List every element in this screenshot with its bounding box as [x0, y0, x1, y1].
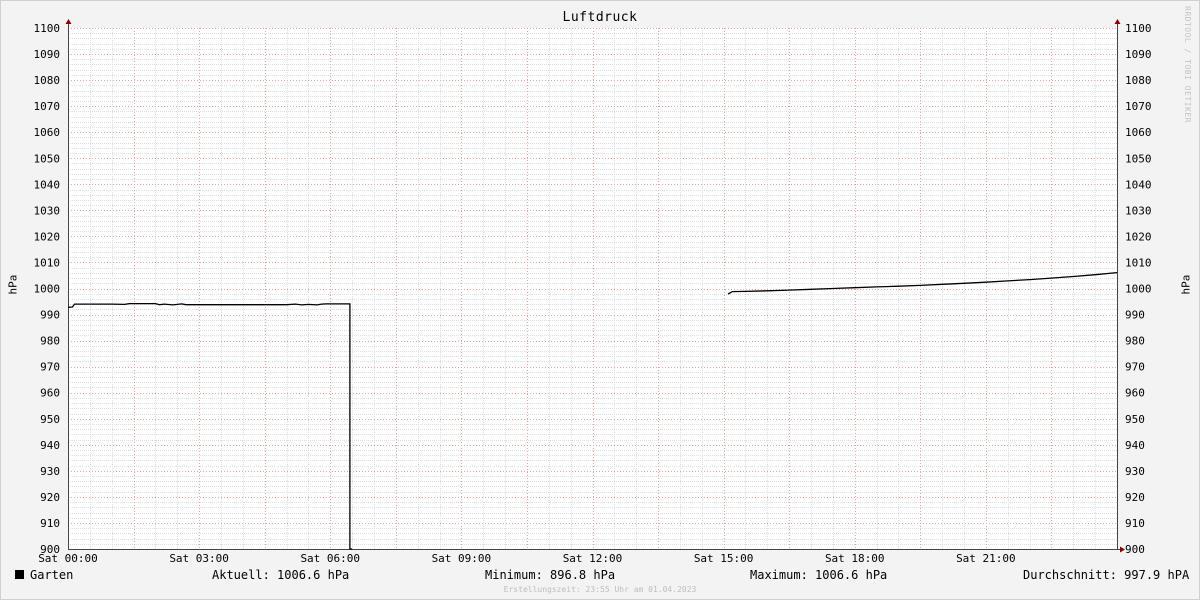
y-tick-label-left: 940: [40, 439, 60, 452]
legend: Garten Aktuell: 1006.6 hPa Minimum: 896.…: [0, 568, 1200, 584]
y-tick-label-left: 1010: [34, 256, 61, 269]
x-tick-label: Sat 09:00: [432, 552, 492, 565]
legend-current: Aktuell: 1006.6 hPa: [212, 568, 350, 582]
y-axis-arrow-left: [65, 19, 72, 24]
y-tick-label-right: 1050: [1125, 152, 1152, 165]
x-tick-label: Sat 15:00: [694, 552, 754, 565]
y-tick-label-right: 950: [1125, 413, 1145, 426]
y-tick-label-right: 940: [1125, 439, 1145, 452]
y-tick-label-left: 1030: [34, 204, 61, 217]
x-tick-label: Sat 06:00: [300, 552, 360, 565]
y-tick-label-right: 920: [1125, 491, 1145, 504]
y-tick-label-right: 1090: [1125, 48, 1152, 61]
legend-maximum: Maximum: 1006.6 hPa: [750, 568, 888, 582]
y-tick-label-right: 1060: [1125, 126, 1152, 139]
y-tick-label-left: 1000: [34, 283, 61, 296]
y-tick-label-right: 1010: [1125, 256, 1152, 269]
y-tick-label-right: 1070: [1125, 100, 1152, 113]
y-tick-label-left: 1020: [34, 230, 61, 243]
y-tick-label-left: 910: [40, 517, 60, 530]
y-tick-label-left: 1050: [34, 152, 61, 165]
y-tick-label-right: 1000: [1125, 283, 1152, 296]
y-tick-label-left: 930: [40, 465, 60, 478]
y-tick-label-right: 1080: [1125, 74, 1152, 87]
y-tick-label-right: 900: [1125, 543, 1145, 556]
y-tick-label-right: 990: [1125, 309, 1145, 322]
y-tick-label-right: 1040: [1125, 178, 1152, 191]
y-tick-label-left: 1060: [34, 126, 61, 139]
y-tick-label-left: 1100: [34, 22, 61, 35]
x-tick-label: Sat 18:00: [825, 552, 885, 565]
y-tick-label-left: 980: [40, 335, 60, 348]
y-tick-label-left: 1070: [34, 100, 61, 113]
legend-swatch: [15, 570, 24, 579]
y-tick-label-right: 1030: [1125, 204, 1152, 217]
y-tick-label-right: 930: [1125, 465, 1145, 478]
y-tick-label-left: 1080: [34, 74, 61, 87]
y-tick-label-left: 1040: [34, 178, 61, 191]
y-axis-arrow-right: [1114, 19, 1121, 24]
y-tick-label-right: 1100: [1125, 22, 1152, 35]
legend-minimum: Minimum: 896.8 hPa: [485, 568, 616, 582]
x-tick-label: Sat 21:00: [956, 552, 1016, 565]
y-tick-label-left: 1090: [34, 48, 61, 61]
y-tick-label-left: 920: [40, 491, 60, 504]
chart-area: 900 900910 910920 920930 930940 940950 950960 9…: [34, 19, 1152, 565]
x-tick-label: Sat 03:00: [169, 552, 229, 565]
y-tick-label-right: 910: [1125, 517, 1145, 530]
x-tick-label: Sat 00:00: [38, 552, 98, 565]
creation-time: Erstellungszeit: 23:55 Uhr am 01.04.2023: [503, 585, 697, 594]
legend-series-name: Garten: [30, 568, 74, 582]
y-tick-label-right: 980: [1125, 335, 1145, 348]
y-tick-label-left: 990: [40, 309, 60, 322]
legend-item-garten: Garten: [15, 568, 73, 582]
x-tick-label: Sat 12:00: [563, 552, 623, 565]
legend-average: Durchschnitt: 997.9 hPA: [1023, 568, 1190, 582]
y-tick-label-right: 960: [1125, 387, 1145, 400]
y-tick-label-right: 970: [1125, 361, 1145, 374]
y-tick-label-right: 1020: [1125, 230, 1152, 243]
y-tick-label-left: 970: [40, 361, 60, 374]
y-tick-label-left: 960: [40, 387, 60, 400]
y-tick-label-left: 950: [40, 413, 60, 426]
